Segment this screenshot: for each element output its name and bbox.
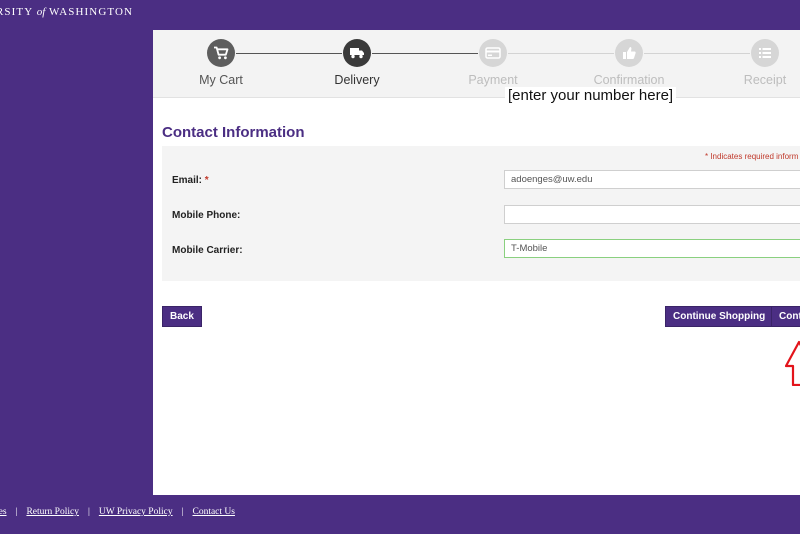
required-note: * Indicates required inform	[705, 152, 799, 161]
step-label: My Cart	[199, 73, 243, 87]
step-label: Confirmation	[593, 73, 665, 87]
mobile-carrier-value: T-Mobile	[511, 243, 548, 254]
credit-card-icon	[479, 39, 507, 67]
mobile-phone-label: Mobile Phone:	[172, 210, 241, 221]
brand-prefix: RSITY	[0, 6, 33, 18]
footer-link-contact-us[interactable]: Contact Us	[192, 507, 234, 517]
step-label: Payment	[468, 73, 518, 87]
checkout-panel: My Cart Delivery Payment Confirmation Re…	[153, 30, 800, 495]
footer-link-services[interactable]: vices	[0, 507, 7, 517]
footer-link-return-policy[interactable]: Return Policy	[26, 507, 79, 517]
brand-of: of	[36, 6, 46, 18]
brand-suffix: WASHINGTON	[48, 6, 134, 18]
step-label: Delivery	[334, 73, 380, 87]
step-receipt: Receipt	[705, 39, 800, 87]
continue-button[interactable]: Cont	[771, 306, 800, 327]
list-icon	[751, 39, 779, 67]
mobile-carrier-label: Mobile Carrier:	[172, 245, 243, 256]
email-label-text: Email:	[172, 175, 203, 186]
cart-icon	[207, 39, 235, 67]
step-my-cart[interactable]: My Cart	[161, 39, 281, 87]
footer-link-privacy-policy[interactable]: UW Privacy Policy	[99, 507, 173, 517]
mobile-carrier-select[interactable]: T-Mobile	[504, 239, 800, 258]
truck-icon	[343, 39, 371, 67]
step-payment: Payment	[433, 39, 553, 87]
mobile-phone-field[interactable]	[504, 205, 800, 224]
email-field[interactable]	[504, 170, 800, 189]
annotation-arrow-icon	[785, 340, 800, 386]
step-confirmation: Confirmation	[569, 39, 689, 87]
thumbs-up-icon	[615, 39, 643, 67]
required-marker: *	[204, 175, 209, 186]
footer-links: vices | Return Policy | UW Privacy Policy | Co…	[0, 507, 235, 517]
back-button[interactable]: Back	[162, 306, 202, 327]
step-label: Receipt	[743, 73, 787, 87]
footer-separator: |	[181, 507, 184, 517]
continue-shopping-button[interactable]: Continue Shopping	[665, 306, 774, 327]
contact-information-heading: Contact Information	[162, 124, 305, 141]
footer-separator: |	[87, 507, 90, 517]
footer-separator: |	[15, 507, 18, 517]
checkout-progress: My Cart Delivery Payment Confirmation Re…	[153, 30, 800, 98]
email-label: Email: *	[172, 175, 209, 186]
phone-annotation: [enter your number here]	[505, 87, 677, 104]
contact-form: * Indicates required inform Email: * Mob…	[162, 146, 800, 281]
step-delivery[interactable]: Delivery	[297, 39, 417, 87]
university-brand: RSITY of WASHINGTON	[0, 6, 133, 18]
